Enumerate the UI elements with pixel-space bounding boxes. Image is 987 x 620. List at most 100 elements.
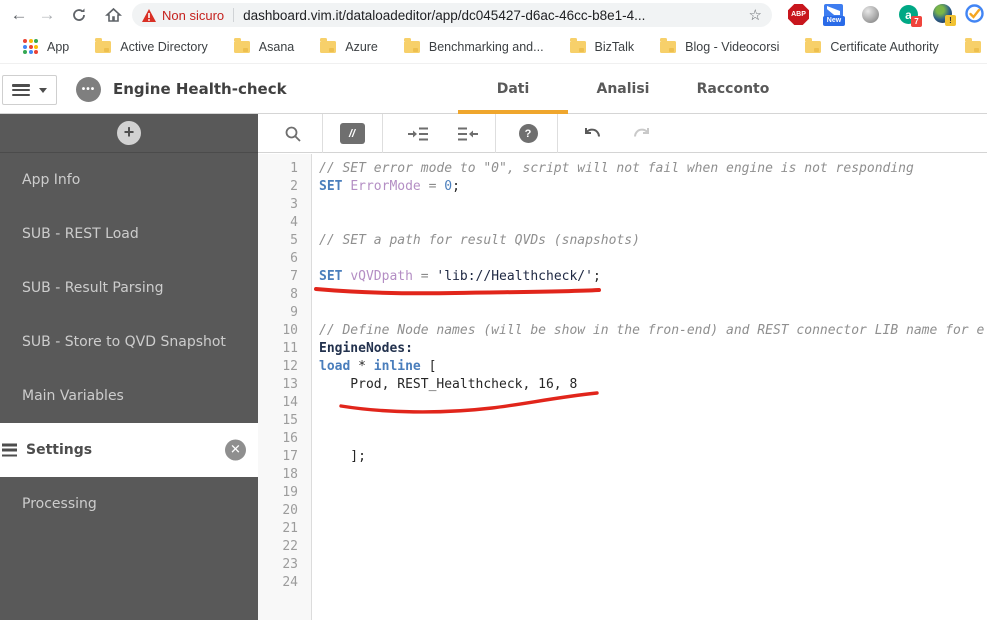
bookmark-folder[interactable]: Active Directory [82, 35, 221, 59]
code-area[interactable]: 123456789101112131415161718192021222324 … [258, 154, 987, 620]
section-list: App InfoSUB - REST LoadSUB - Result Pars… [0, 153, 258, 531]
code-line[interactable]: SET vQVDpath = 'lib://Healthcheck/'; [319, 268, 987, 286]
code-line[interactable] [319, 196, 987, 214]
folder-icon [234, 41, 250, 53]
line-number: 23 [258, 556, 311, 574]
drag-handle-icon[interactable] [2, 444, 17, 457]
help-icon[interactable]: ? [515, 114, 541, 153]
sidebar-section-processing[interactable]: Processing [0, 477, 258, 531]
bookmark-folder[interactable]: Certificate Authority [792, 35, 951, 59]
code-line[interactable]: // SET a path for result QVDs (snapshots… [319, 232, 987, 250]
newtab-extension-icon[interactable]: New [823, 4, 845, 26]
bookmark-folder[interactable]: Benchmarking and... [391, 35, 557, 59]
code-line[interactable]: // SET error mode to "0", script will no… [319, 160, 987, 178]
line-number: 3 [258, 196, 311, 214]
bookmark-folder[interactable]: BizTalk [557, 35, 648, 59]
home-icon[interactable] [98, 0, 128, 30]
code-line[interactable] [319, 412, 987, 430]
sidebar-section-app-info[interactable]: App Info [0, 153, 258, 207]
tab-analisi[interactable]: Analisi [568, 64, 678, 114]
add-section-button[interactable]: + [117, 121, 141, 145]
line-number: 6 [258, 250, 311, 268]
code-token-op: = [421, 179, 444, 194]
code-line[interactable] [319, 502, 987, 520]
line-number: 1 [258, 160, 311, 178]
close-section-icon[interactable]: ✕ [225, 440, 246, 461]
sidebar-section-sub-result-parsing[interactable]: SUB - Result Parsing [0, 261, 258, 315]
sidebar-section-sub-store-to-qvd-snapshot[interactable]: SUB - Store to QVD Snapshot [0, 315, 258, 369]
a-extension-icon[interactable]: a 7 [899, 5, 918, 24]
code-line[interactable] [319, 484, 987, 502]
code-line[interactable]: Prod, REST_Healthcheck, 16, 8 [319, 376, 987, 394]
code-line[interactable]: SET ErrorMode = 0; [319, 178, 987, 196]
globe-extension-icon[interactable]: ! [933, 4, 952, 23]
code-line[interactable] [319, 520, 987, 538]
code-line[interactable] [319, 304, 987, 322]
code-lines[interactable]: // SET error mode to "0", script will no… [313, 154, 987, 620]
folder-icon [320, 41, 336, 53]
app-avatar[interactable]: ••• [76, 77, 101, 102]
code-line[interactable] [319, 214, 987, 232]
main-area: + App InfoSUB - REST LoadSUB - Result Pa… [0, 114, 987, 620]
code-line[interactable]: load * inline [ [319, 358, 987, 376]
adblock-extension-icon[interactable]: ABP [788, 4, 809, 25]
sphere-extension-icon[interactable] [862, 6, 879, 23]
omnibox-divider [233, 8, 234, 22]
line-number: 11 [258, 340, 311, 358]
bookmark-star-icon[interactable]: ☆ [749, 6, 762, 24]
tab-racconto[interactable]: Racconto [678, 64, 788, 114]
bookmark-folder[interactable]: Asana [221, 35, 307, 59]
address-bar[interactable]: Non sicuro dashboard.vim.it/dataloadedit… [132, 3, 772, 27]
code-token-plain: * [350, 359, 373, 374]
line-number: 8 [258, 286, 311, 304]
code-line[interactable] [319, 250, 987, 268]
tab-dati[interactable]: Dati [458, 64, 568, 114]
bookmark-label: Asana [259, 40, 294, 54]
code-token-kw: load [319, 359, 350, 374]
code-token-comment: // Define Node names (will be show in th… [319, 323, 984, 338]
outdent-icon[interactable] [455, 114, 481, 153]
forward-icon[interactable]: → [32, 0, 62, 30]
code-line[interactable] [319, 394, 987, 412]
code-line[interactable] [319, 466, 987, 484]
security-warning-label[interactable]: Non sicuro [162, 8, 224, 23]
back-icon[interactable]: ← [4, 0, 34, 30]
line-number: 10 [258, 322, 311, 340]
folder-icon [95, 41, 111, 53]
sidebar-section-sub-rest-load[interactable]: SUB - REST Load [0, 207, 258, 261]
code-line[interactable]: // Define Node names (will be show in th… [319, 322, 987, 340]
line-number: 22 [258, 538, 311, 556]
line-number: 24 [258, 574, 311, 592]
bookmark-apps[interactable]: App [10, 35, 82, 59]
code-line[interactable] [319, 430, 987, 448]
app-header: ••• Engine Health-check DatiAnalisiRacco… [0, 64, 987, 114]
bookmark-folder[interactable]: Blog - Videocorsi [647, 35, 792, 59]
bookmark-label: Blog - Videocorsi [685, 40, 779, 54]
code-line[interactable] [319, 538, 987, 556]
folder-icon [404, 41, 420, 53]
url-text[interactable]: dashboard.vim.it/dataloadeditor/app/dc04… [243, 8, 742, 23]
bookmark-folder[interactable]: Certifica [952, 35, 987, 59]
sidebar-section-settings[interactable]: Settings✕ [0, 423, 258, 477]
code-line[interactable] [319, 286, 987, 304]
code-line[interactable]: EngineNodes: [319, 340, 987, 358]
sidebar-section-main-variables[interactable]: Main Variables [0, 369, 258, 423]
navigation-menu-button[interactable] [2, 75, 57, 105]
bookmark-label: Benchmarking and... [429, 40, 544, 54]
code-line[interactable] [319, 574, 987, 592]
reload-icon[interactable] [64, 0, 94, 30]
line-number: 19 [258, 484, 311, 502]
folder-icon [660, 41, 676, 53]
code-line[interactable]: ]; [319, 448, 987, 466]
redo-icon[interactable] [629, 114, 655, 153]
tab-bar: DatiAnalisiRacconto [458, 64, 788, 114]
indent-icon[interactable] [405, 114, 431, 153]
undo-icon[interactable] [579, 114, 605, 153]
comment-toggle-icon[interactable]: // [339, 114, 365, 153]
code-line[interactable] [319, 556, 987, 574]
search-icon[interactable] [280, 114, 306, 153]
code-token-plain: [ [421, 359, 437, 374]
check-extension-icon[interactable] [965, 4, 984, 23]
code-token-plain: ; [593, 269, 601, 284]
bookmark-folder[interactable]: Azure [307, 35, 391, 59]
